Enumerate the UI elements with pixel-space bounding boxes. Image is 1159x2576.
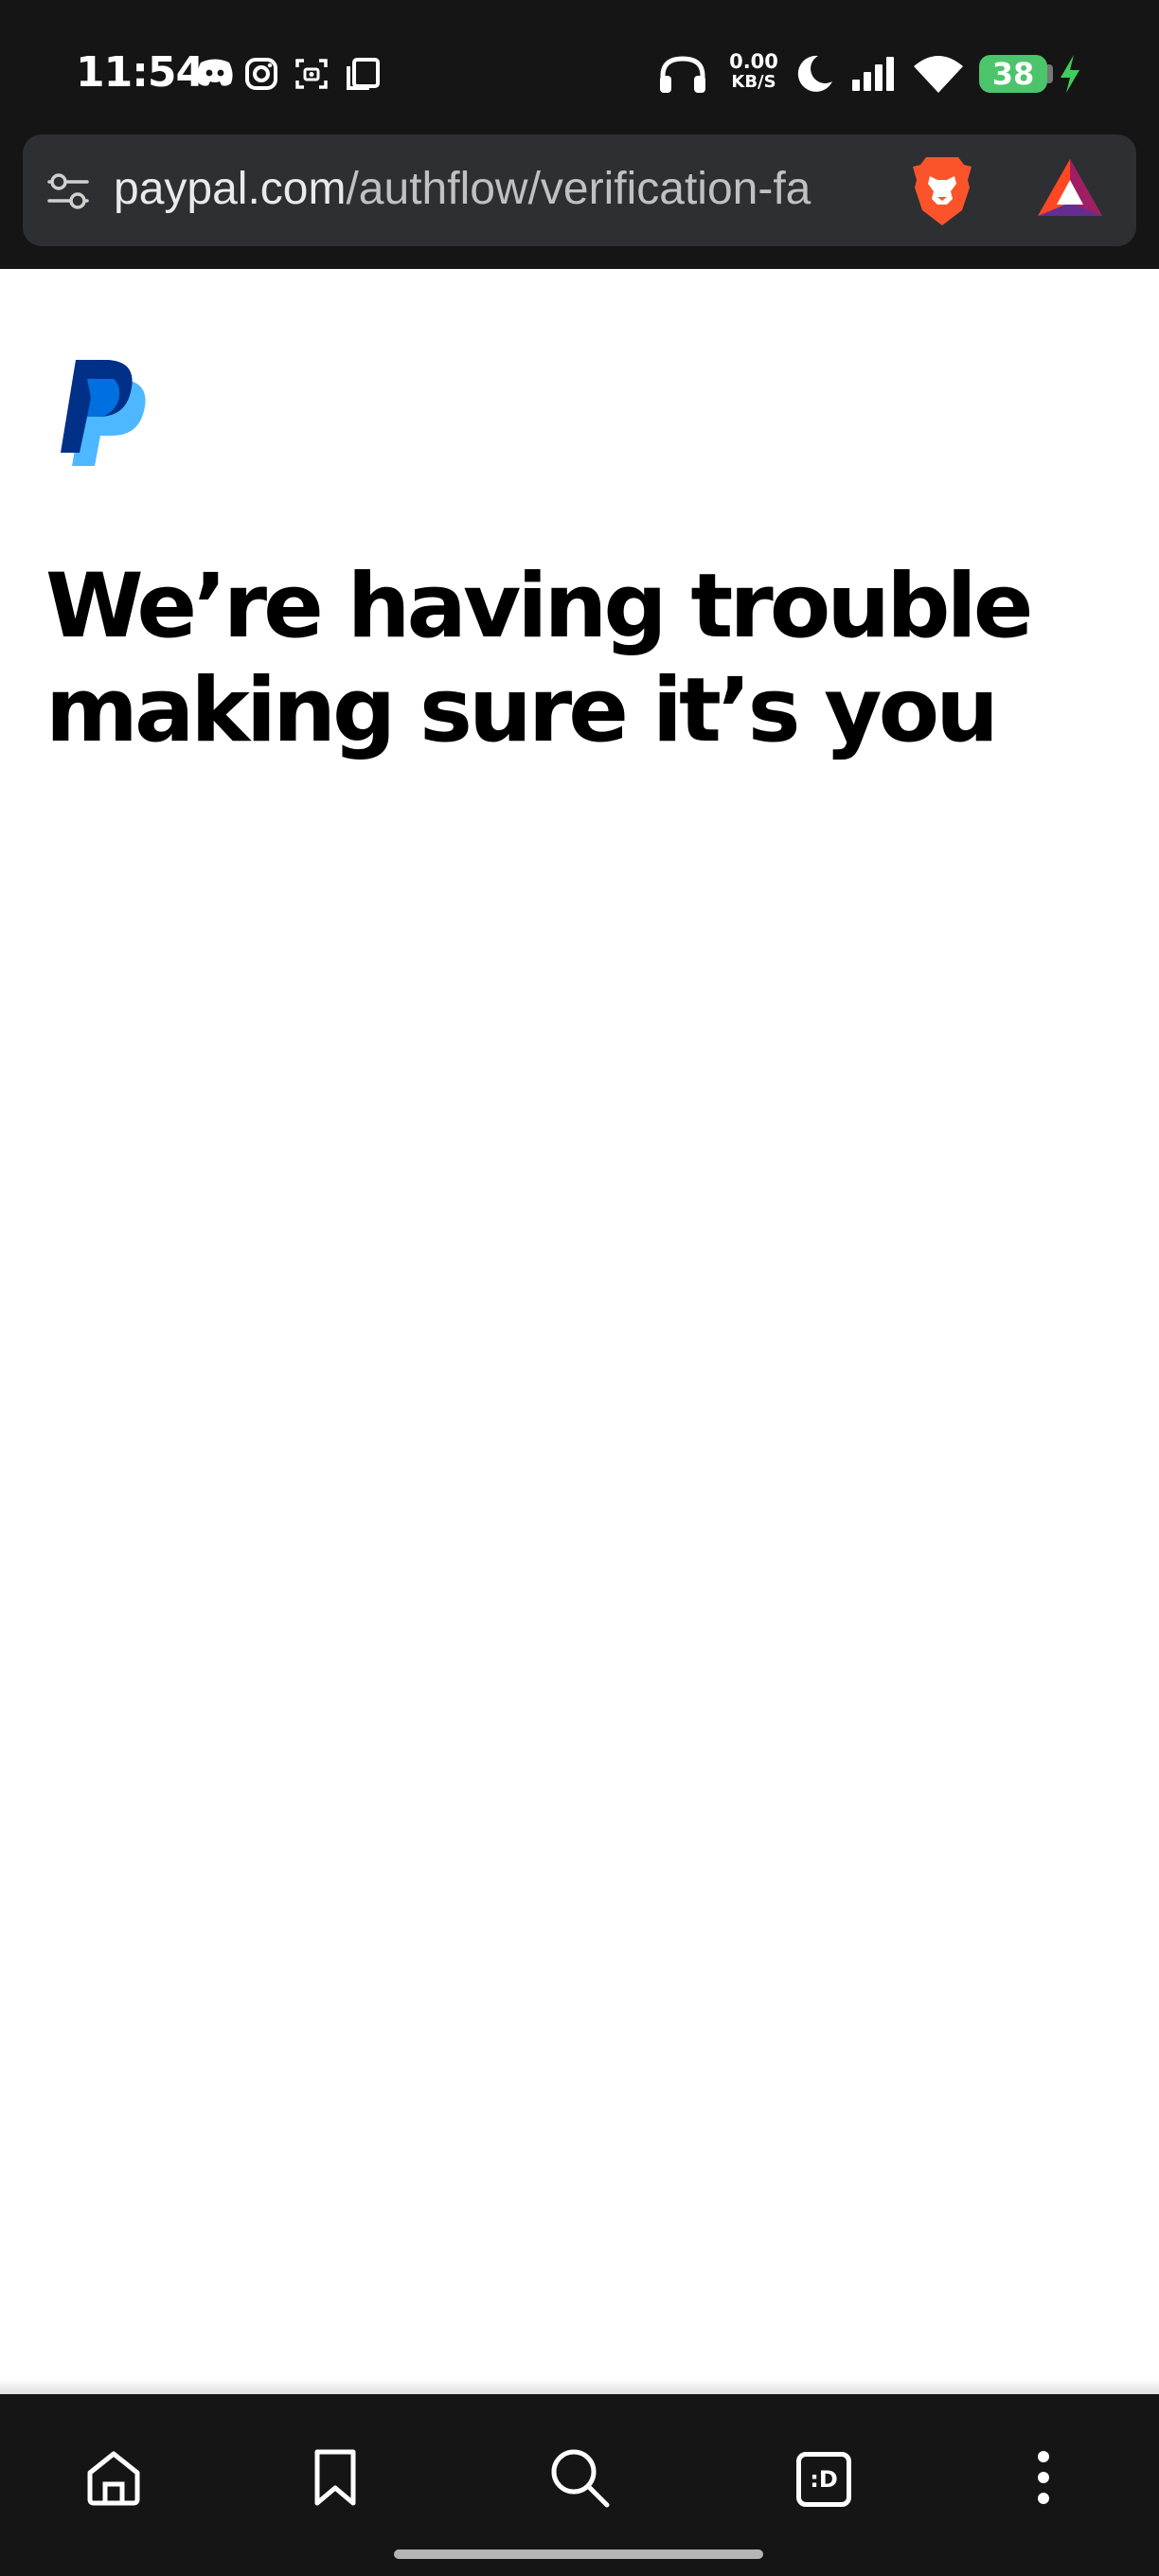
menu-icon: [1034, 2449, 1053, 2511]
discord-icon: [195, 57, 235, 94]
status-bar: 11:54 0.00 KB/S 38: [0, 0, 1159, 133]
site-settings-icon[interactable]: [45, 170, 91, 217]
brave-rewards-icon[interactable]: [1036, 157, 1104, 224]
bookmark-icon: [312, 2448, 359, 2512]
charging-icon: [1057, 53, 1083, 99]
search-button[interactable]: [536, 2436, 623, 2523]
headphones-icon: [657, 53, 708, 99]
tabs-icon: :D: [796, 2452, 851, 2507]
network-speed-value: 0.00: [729, 50, 778, 73]
network-speed-unit: KB/S: [731, 72, 776, 92]
page-title: We’re having trouble making sure it’s yo…: [45, 555, 1033, 762]
battery-level: 38: [979, 55, 1047, 93]
wifi-icon: [913, 53, 964, 99]
signal-icon: [850, 55, 898, 98]
browser-address-bar: paypal.com/authflow/verification-fa: [0, 133, 1159, 269]
bookmark-button[interactable]: [292, 2436, 379, 2523]
instagram-icon: [244, 57, 278, 96]
network-speed: 0.00 KB/S: [725, 51, 782, 93]
moon-icon: [793, 53, 835, 99]
home-icon: [84, 2448, 143, 2512]
brave-shields-icon[interactable]: [909, 155, 975, 232]
toolbar-shadow: [0, 2379, 1159, 2394]
tabs-count: :D: [810, 2466, 838, 2493]
status-time: 11:54: [76, 48, 205, 97]
url-text[interactable]: paypal.com/authflow/verification-fa: [114, 161, 900, 218]
screenshot-icon: [295, 59, 328, 94]
paypal-logo: [61, 360, 155, 474]
search-icon: [548, 2446, 611, 2513]
url-field[interactable]: paypal.com/authflow/verification-fa: [23, 134, 1136, 246]
url-path: /authflow/verification-fa: [346, 164, 811, 214]
home-indicator[interactable]: [394, 2549, 763, 2559]
home-button[interactable]: [70, 2436, 157, 2523]
tabs-button[interactable]: :D: [780, 2436, 867, 2523]
copy-icon: [345, 57, 381, 96]
menu-button[interactable]: [1000, 2436, 1087, 2523]
battery-tip: [1047, 64, 1053, 83]
web-page-content: We’re having trouble making sure it’s yo…: [0, 269, 1159, 2394]
url-host: paypal.com: [114, 164, 347, 214]
